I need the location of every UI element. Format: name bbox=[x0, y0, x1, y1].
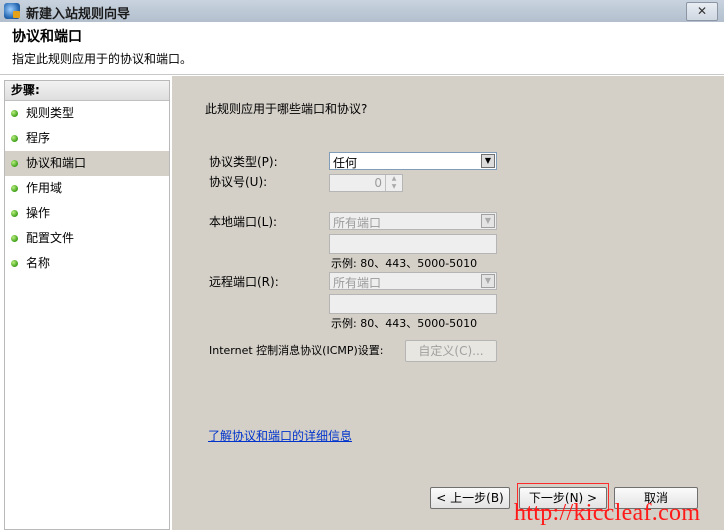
remote-port-example: 示例: 80、443、5000-5010 bbox=[331, 317, 478, 330]
local-port-select[interactable]: 所有端口 ▼ bbox=[329, 212, 497, 230]
page-title: 协议和端口 bbox=[12, 29, 82, 45]
step-action[interactable]: 操作 bbox=[5, 201, 169, 226]
protocol-number-spinner[interactable]: 0 ▲ ▼ bbox=[329, 174, 403, 192]
step-label: 配置文件 bbox=[26, 231, 75, 245]
steps-pane: 步骤: 规则类型 程序 协议和端口 作用域 操作 配置文件 名称 bbox=[4, 80, 170, 530]
back-button[interactable]: < 上一步(B) bbox=[430, 487, 510, 509]
local-port-value: 所有端口 bbox=[333, 216, 382, 230]
step-profile[interactable]: 配置文件 bbox=[5, 226, 169, 251]
protocol-type-label: 协议类型(P): bbox=[209, 155, 278, 169]
page-subtitle: 指定此规则应用于的协议和端口。 bbox=[12, 52, 193, 66]
content-pane: 此规则应用于哪些端口和协议? 协议类型(P): 任何 ▼ 协议号(U): 0 ▲… bbox=[172, 76, 724, 530]
step-label: 程序 bbox=[26, 131, 51, 145]
chevron-down-icon[interactable]: ▼ bbox=[481, 154, 495, 168]
local-port-label: 本地端口(L): bbox=[209, 215, 278, 229]
chevron-down-icon[interactable]: ▼ bbox=[481, 214, 495, 228]
remote-port-select[interactable]: 所有端口 ▼ bbox=[329, 272, 497, 290]
question-text: 此规则应用于哪些端口和协议? bbox=[205, 102, 368, 116]
step-program[interactable]: 程序 bbox=[5, 126, 169, 151]
step-label: 操作 bbox=[26, 206, 51, 220]
wizard-header: 协议和端口 指定此规则应用于的协议和端口。 bbox=[0, 22, 724, 75]
step-label: 名称 bbox=[26, 256, 51, 270]
remote-port-input[interactable] bbox=[329, 294, 497, 314]
green-dot-icon bbox=[11, 210, 18, 217]
customize-icmp-button[interactable]: 自定义(C)... bbox=[405, 340, 497, 362]
green-dot-icon bbox=[11, 235, 18, 242]
icmp-label: Internet 控制消息协议(ICMP)设置: bbox=[209, 344, 384, 357]
close-button[interactable]: ✕ bbox=[686, 2, 718, 21]
firewall-icon bbox=[4, 3, 20, 19]
green-dot-icon bbox=[11, 135, 18, 142]
local-port-example: 示例: 80、443、5000-5010 bbox=[331, 257, 478, 270]
green-dot-icon bbox=[11, 185, 18, 192]
green-dot-icon bbox=[11, 260, 18, 267]
spin-down-icon[interactable]: ▼ bbox=[386, 183, 402, 191]
window-title: 新建入站规则向导 bbox=[26, 7, 131, 22]
local-port-input[interactable] bbox=[329, 234, 497, 254]
protocol-number-label: 协议号(U): bbox=[209, 175, 268, 189]
protocol-type-select[interactable]: 任何 ▼ bbox=[329, 152, 497, 170]
step-rule-type[interactable]: 规则类型 bbox=[5, 101, 169, 126]
spinner-buttons[interactable]: ▲ ▼ bbox=[385, 175, 402, 191]
step-label: 协议和端口 bbox=[26, 156, 87, 170]
green-dot-icon bbox=[11, 160, 18, 167]
steps-header: 步骤: bbox=[5, 81, 169, 101]
step-protocol-and-ports[interactable]: 协议和端口 bbox=[5, 151, 169, 176]
step-label: 作用域 bbox=[26, 181, 63, 195]
watermark-text: http://kiccleaf.com bbox=[514, 500, 701, 526]
step-scope[interactable]: 作用域 bbox=[5, 176, 169, 201]
step-name[interactable]: 名称 bbox=[5, 251, 169, 276]
spin-up-icon[interactable]: ▲ bbox=[386, 175, 402, 183]
step-label: 规则类型 bbox=[26, 106, 75, 120]
protocol-type-value: 任何 bbox=[333, 156, 358, 170]
remote-port-label: 远程端口(R): bbox=[209, 275, 279, 289]
title-bar: 新建入站规则向导 ✕ bbox=[0, 0, 724, 23]
chevron-down-icon[interactable]: ▼ bbox=[481, 274, 495, 288]
green-dot-icon bbox=[11, 110, 18, 117]
protocol-number-value: 0 bbox=[374, 176, 382, 190]
learn-more-link[interactable]: 了解协议和端口的详细信息 bbox=[208, 427, 352, 444]
remote-port-value: 所有端口 bbox=[333, 276, 382, 290]
